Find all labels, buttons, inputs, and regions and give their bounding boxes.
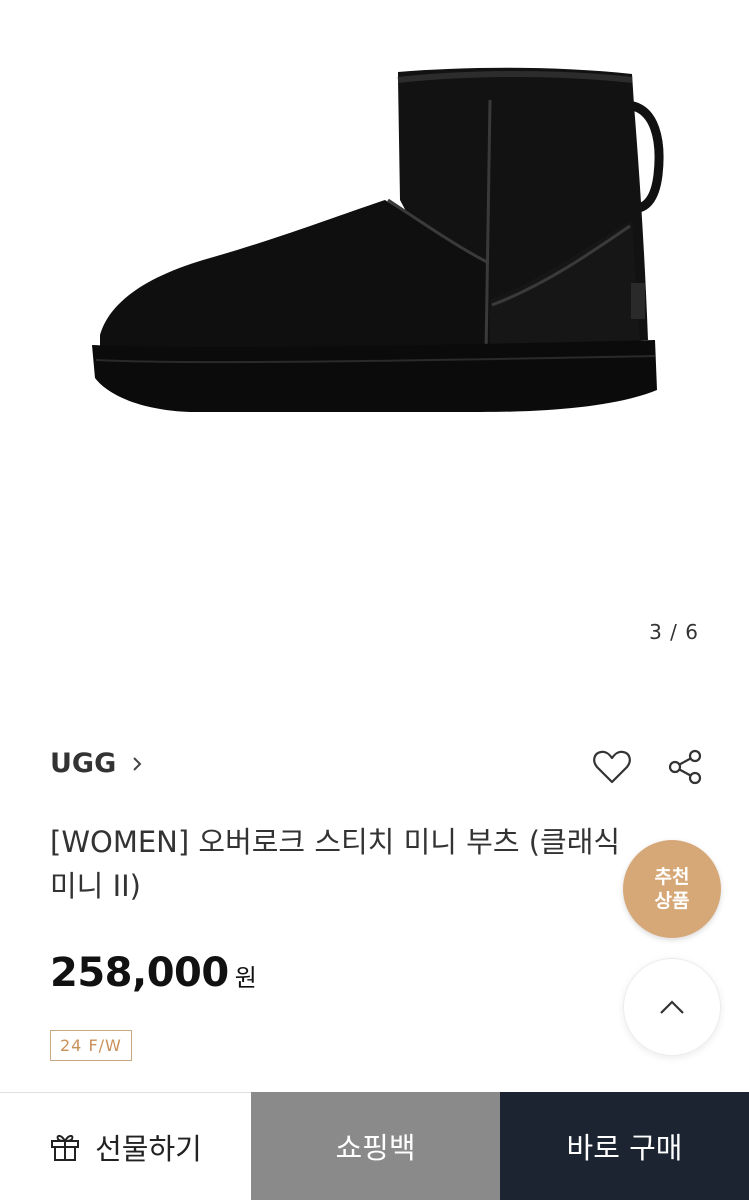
product-image-gallery[interactable]: 3 / 6 — [0, 0, 749, 690]
brand-link[interactable]: UGG — [50, 748, 148, 779]
gift-button[interactable]: 선물하기 — [0, 1092, 251, 1200]
buy-label: 바로 구매 — [566, 1131, 683, 1165]
product-title: [WOMEN] 오버로크 스티치 미니 부츠 (클래식 미니 II) — [50, 825, 621, 903]
gift-icon — [51, 1134, 80, 1161]
wishlist-button[interactable] — [590, 745, 634, 789]
recommend-label: 추천 상품 — [654, 866, 690, 912]
price-row: 258,000 원 — [50, 950, 257, 996]
chevron-right-icon — [133, 756, 142, 771]
bag-label: 쇼핑백 — [335, 1131, 416, 1165]
bottom-action-bar: 선물하기 쇼핑백 바로 구매 — [0, 1092, 749, 1200]
chevron-up-icon — [660, 1000, 684, 1014]
brand-name: UGG — [50, 748, 117, 779]
share-icon — [668, 749, 702, 785]
buy-now-button[interactable]: 바로 구매 — [500, 1092, 749, 1200]
image-pager: 3 / 6 — [649, 620, 699, 644]
scroll-top-button[interactable] — [623, 958, 721, 1056]
share-button[interactable] — [663, 745, 707, 789]
recommend-products-button[interactable]: 추천 상품 — [623, 840, 721, 938]
shopping-bag-button[interactable]: 쇼핑백 — [251, 1092, 500, 1200]
product-price: 258,000 — [50, 950, 229, 996]
gift-label: 선물하기 — [95, 1131, 202, 1166]
price-currency: 원 — [234, 964, 257, 992]
season-badge: 24 F/W — [50, 1030, 132, 1061]
heart-icon — [593, 750, 631, 784]
product-image-boot — [92, 67, 664, 412]
